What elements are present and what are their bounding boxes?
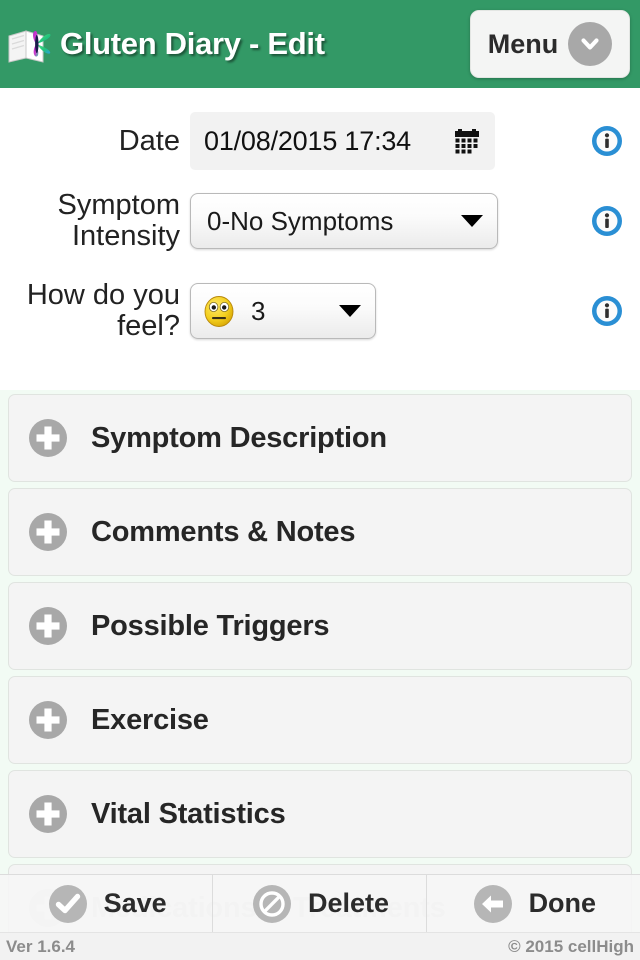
neutral-face-emoji-icon — [201, 293, 237, 329]
plus-circle-icon — [27, 699, 69, 741]
symptom-intensity-label: Symptom Intensity — [57, 189, 180, 252]
section-label: Vital Statistics — [91, 797, 286, 830]
date-value: 01/08/2015 17:34 — [204, 125, 411, 156]
date-input[interactable]: 01/08/2015 17:34 — [190, 112, 495, 170]
copyright-label: © 2015 cellHigh — [508, 936, 634, 956]
app-header: Gluten Diary - Edit Menu — [0, 0, 640, 88]
check-circle-icon — [46, 882, 90, 926]
how-do-you-feel-info-icon[interactable] — [588, 292, 626, 330]
section-row-exercise[interactable]: Exercise — [8, 676, 632, 764]
book-butterfly-logo-icon — [6, 18, 62, 70]
save-button-label: Save — [103, 888, 167, 918]
date-label: Date — [118, 124, 180, 157]
plus-circle-icon — [27, 417, 69, 459]
section-label: Possible Triggers — [91, 609, 330, 642]
calendar-icon[interactable] — [453, 127, 481, 155]
how-do-you-feel-select[interactable]: 3 — [190, 283, 376, 339]
section-label: Symptom Description — [91, 421, 387, 454]
save-button[interactable]: Save — [0, 875, 214, 932]
how-do-you-feel-row: How do you feel? 3 — [0, 272, 640, 350]
section-row-possible-triggers[interactable]: Possible Triggers — [8, 582, 632, 670]
entry-form: Date 01/08/2015 17:34 Symptom Intensity … — [0, 88, 640, 350]
date-info-icon[interactable] — [588, 122, 626, 160]
prohibition-circle-icon — [250, 882, 294, 926]
bottom-toolbar: Save Delete Done — [0, 874, 640, 932]
delete-button-label: Delete — [307, 888, 390, 918]
symptom-intensity-value: 0-No Symptoms — [207, 205, 394, 236]
app-footer: Ver 1.6.4 © 2015 cellHigh — [0, 932, 640, 960]
delete-button[interactable]: Delete — [213, 875, 427, 932]
symptom-intensity-select[interactable]: 0-No Symptoms — [190, 193, 498, 249]
chevron-down-icon — [339, 305, 361, 317]
how-do-you-feel-label: How do you feel? — [26, 279, 180, 342]
symptom-intensity-info-icon[interactable] — [588, 202, 626, 240]
app-screen: Gluten Diary - Edit Menu Date 01/08/2015… — [0, 0, 640, 960]
chevron-down-icon — [461, 215, 483, 227]
done-button-label: Done — [528, 888, 597, 918]
version-label: Ver 1.6.4 — [6, 936, 76, 956]
section-row-comments-notes[interactable]: Comments & Notes — [8, 488, 632, 576]
section-label: Comments & Notes — [91, 515, 356, 548]
arrow-left-circle-icon — [471, 882, 515, 926]
section-list: Symptom Description Comments & Notes Pos… — [0, 390, 640, 958]
menu-button-label: Menu — [487, 28, 559, 59]
done-button[interactable]: Done — [427, 875, 640, 932]
menu-button[interactable]: Menu — [470, 10, 630, 78]
symptom-intensity-row: Symptom Intensity 0-No Symptoms — [0, 182, 640, 260]
plus-circle-icon — [27, 793, 69, 835]
chevron-down-icon — [568, 22, 613, 66]
section-row-vital-statistics[interactable]: Vital Statistics — [8, 770, 632, 858]
page-title: Gluten Diary - Edit — [60, 26, 325, 61]
section-label: Exercise — [91, 703, 209, 736]
section-row-symptom-description[interactable]: Symptom Description — [8, 394, 632, 482]
plus-circle-icon — [27, 511, 69, 553]
plus-circle-icon — [27, 605, 69, 647]
how-do-you-feel-value: 3 — [251, 295, 266, 326]
date-row: Date 01/08/2015 17:34 — [0, 104, 640, 178]
